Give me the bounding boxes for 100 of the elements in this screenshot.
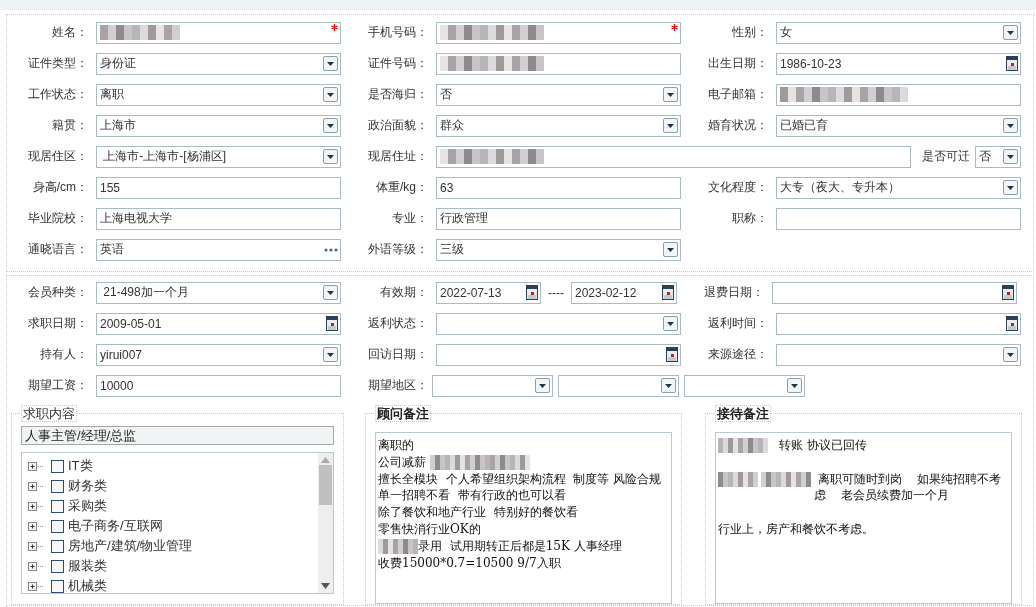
redacted-block [378,538,418,554]
select-field[interactable]: 三级 [436,238,681,261]
input-field[interactable]: 上海电视大学 [96,207,341,230]
dropdown-icon[interactable] [323,347,338,362]
dropdown-icon[interactable] [1003,118,1018,133]
input-field[interactable] [776,83,1021,106]
note-text: 除了餐饮和地产行业 特别好的餐饮看 [378,505,578,520]
input-field[interactable]: 10000 [96,374,341,397]
input-field[interactable] [436,52,681,75]
expand-icon[interactable] [28,501,44,511]
field-label: 来源途径： [707,346,768,363]
expand-icon[interactable] [28,541,44,551]
note-text: 单一招聘不看 带有行政的也可以看 [378,488,566,503]
panel-title: 接待备注 [715,405,771,422]
select-field[interactable]: yirui007 [96,343,341,366]
dropdown-icon[interactable] [663,118,678,133]
tree-item[interactable]: 采购类 [68,497,107,515]
dropdown-icon[interactable] [1003,347,1018,362]
tree-item[interactable]: 机械类 [68,577,107,595]
dropdown-icon[interactable] [1003,149,1018,164]
required-icon [671,23,678,31]
field-label: 现居住址： [367,148,428,165]
input-field[interactable]: 155 [96,176,341,199]
input-field[interactable] [96,21,341,44]
dropdown-icon[interactable] [323,118,338,133]
dropdown-icon[interactable] [323,56,338,71]
input-field[interactable] [436,145,911,168]
input-field[interactable] [436,21,681,44]
scrollbar[interactable] [318,453,333,593]
dropdown-icon[interactable] [663,316,678,331]
date-field[interactable] [772,281,1017,304]
checkbox[interactable] [51,539,64,553]
select-field[interactable] [558,374,679,397]
tree-item[interactable]: 房地产/建筑/物业管理 [68,537,193,555]
select-field[interactable]: 群众 [436,114,681,137]
select-field[interactable] [776,343,1021,366]
checkbox[interactable] [51,479,64,493]
dropdown-icon[interactable] [323,285,338,300]
select-field[interactable]: 21-498加一个月 [96,281,341,304]
select-field[interactable]: 已婚已育 [776,114,1021,137]
dropdown-icon[interactable] [1003,25,1018,40]
select-field[interactable]: 离职 [96,83,341,106]
input-field[interactable] [776,207,1021,230]
select-field[interactable]: 否 [975,145,1021,168]
select-field[interactable]: 身份证 [96,52,341,75]
dropdown-icon[interactable] [663,87,678,102]
field-label: 电子邮箱： [707,86,768,103]
dropdown-icon[interactable] [661,378,676,393]
checkbox[interactable] [51,579,64,593]
checkbox[interactable] [51,559,64,573]
calendar-icon[interactable] [666,347,678,362]
dropdown-icon[interactable] [323,149,338,164]
calendar-icon[interactable] [662,285,674,300]
tree-item[interactable]: 财务类 [68,477,107,495]
select-field[interactable]: 大专（夜大、专升本） [776,176,1021,199]
dropdown-icon[interactable] [535,378,550,393]
calendar-icon[interactable] [1006,316,1018,331]
date-field[interactable] [436,343,681,366]
calendar-icon[interactable] [1006,56,1018,71]
dropdown-icon[interactable] [663,242,678,257]
select-field[interactable]: 上海市 [96,114,341,137]
checkbox[interactable] [51,519,64,533]
select-field[interactable]: 上海市-上海市-[杨浦区] [96,145,341,168]
tree-item[interactable]: IT类 [68,457,93,475]
picker-field[interactable]: 英语 [96,238,341,261]
dropdown-icon[interactable] [323,87,338,102]
date-field[interactable]: 2022-07-13 [436,281,541,304]
notes-field[interactable]: 转账 协议已回传 离职可随时到岗 如果纯招聘不考虑 老会员续费加一个月 行业上，房产和餐饮不考虑。 [715,432,1012,604]
select-field[interactable] [684,374,805,397]
field-label: 期望地区： [367,377,428,394]
notes-field[interactable]: 离职的 公司减薪 擅长全模块 个人希望组织架构流程 制度等 风险合规 单一招聘不看 带有行政的也可以看 除了餐饮和地产行业 特别好的餐饮看 零售快消行业OK的 录用 试用期转正后都是15K 人事经理 收费15000*0.7=10500 9/7入职 [375,432,672,604]
tree-item[interactable]: 服装类 [68,557,107,575]
dropdown-icon[interactable] [787,378,802,393]
redacted-block [761,471,811,487]
tree-item[interactable]: 电子商务/互联网 [68,517,163,535]
date-field[interactable]: 1986-10-23 [776,52,1021,75]
field-label: 求职日期： [27,315,88,332]
input-field[interactable]: 63 [436,176,681,199]
checkbox[interactable] [51,499,64,513]
more-icon[interactable] [324,247,338,252]
expand-icon[interactable] [28,521,44,531]
select-field[interactable] [432,374,553,397]
checkbox[interactable] [51,459,64,473]
select-field[interactable]: 否 [436,83,681,106]
date-field[interactable]: 2009-05-01 [96,312,341,335]
expand-icon[interactable] [28,481,44,491]
expand-icon[interactable] [28,461,44,471]
date-field[interactable]: 2023-02-12 [571,281,677,304]
calendar-icon[interactable] [1002,285,1014,300]
input-field[interactable]: 行政管理 [436,207,681,230]
scroll-down-icon[interactable] [321,583,330,589]
expand-icon[interactable] [28,581,44,591]
date-field[interactable] [776,312,1021,335]
note-text: 转账 协议已回传 [778,438,868,452]
calendar-icon[interactable] [526,285,538,300]
dropdown-icon[interactable] [1003,180,1018,195]
calendar-icon[interactable] [326,316,338,331]
select-field[interactable]: 女 [776,21,1021,44]
select-field[interactable] [436,312,681,335]
expand-icon[interactable] [28,561,44,571]
